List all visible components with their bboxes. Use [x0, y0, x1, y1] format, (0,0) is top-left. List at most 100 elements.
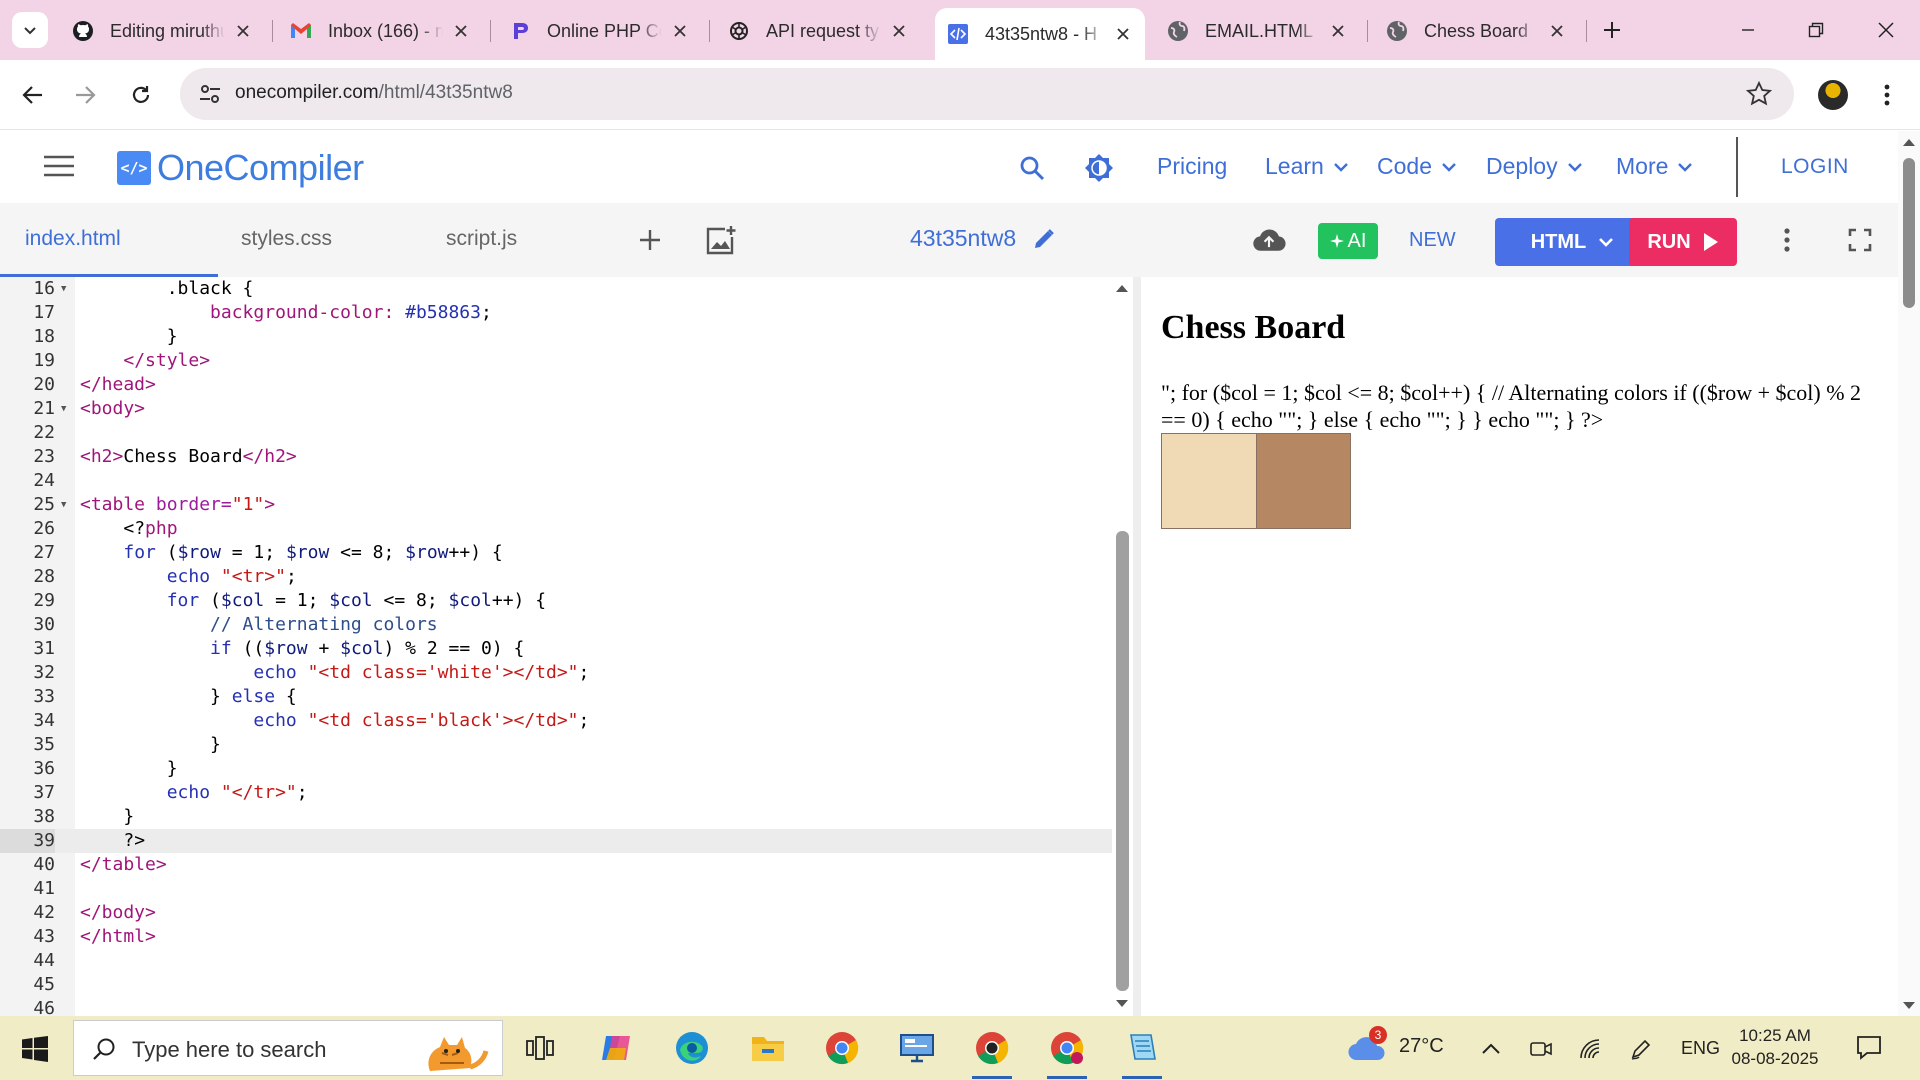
back-button[interactable] — [14, 76, 52, 114]
code-line[interactable]: 44 — [0, 949, 1112, 973]
run-button[interactable]: RUN — [1629, 218, 1737, 266]
show-hidden-icons-button[interactable] — [1476, 1034, 1506, 1064]
fullscreen-button[interactable] — [1843, 223, 1877, 257]
menu-button[interactable] — [44, 155, 74, 182]
fold-arrow-icon[interactable]: ▼ — [61, 277, 66, 301]
file-explorer-app[interactable] — [748, 1028, 788, 1068]
code-line[interactable]: 19 </style> — [0, 349, 1112, 373]
code-line[interactable]: 43 </html> — [0, 925, 1112, 949]
more-options-button[interactable] — [1770, 223, 1804, 257]
weather-widget[interactable]: 3 27°C — [1347, 1026, 1444, 1062]
window-close-button[interactable] — [1866, 10, 1906, 50]
code-line[interactable]: 41 — [0, 877, 1112, 901]
scroll-up-icon[interactable] — [1902, 137, 1916, 147]
url-text[interactable]: onecompiler.com/html/43t35ntw8 — [235, 82, 513, 104]
fold-arrow-icon[interactable]: ▼ — [61, 493, 66, 517]
code-line[interactable]: 24 — [0, 469, 1112, 493]
page-scrollbar-thumb[interactable] — [1903, 158, 1915, 308]
browser-tab-active[interactable]: 43t35ntw8 - H — [935, 8, 1145, 60]
close-icon[interactable] — [451, 21, 471, 41]
site-settings-icon[interactable] — [198, 82, 222, 106]
language-indicator[interactable]: ENG — [1681, 1038, 1720, 1059]
tab-search-button[interactable] — [12, 12, 48, 48]
code-lines[interactable]: 16 ▼ .black {17 background-color: #b58863… — [0, 277, 1112, 1016]
code-line[interactable]: 39 ?> — [0, 829, 1112, 853]
bookmark-star-icon[interactable] — [1746, 81, 1772, 107]
close-icon[interactable] — [1113, 24, 1133, 44]
pen-button[interactable] — [1626, 1034, 1656, 1064]
restore-button[interactable] — [1796, 10, 1836, 50]
editor-scrollbar-thumb[interactable] — [1116, 531, 1129, 991]
close-icon[interactable] — [233, 21, 253, 41]
code-line[interactable]: 30 // Alternating colors — [0, 613, 1112, 637]
code-line[interactable]: 45 — [0, 973, 1112, 997]
theme-toggle-button[interactable] — [1084, 153, 1114, 183]
start-button[interactable] — [22, 1036, 48, 1067]
network-button[interactable] — [1576, 1034, 1606, 1064]
code-editor[interactable]: 16 ▼ .black {17 background-color: #b58863… — [0, 277, 1133, 1016]
code-line[interactable]: 42 </body> — [0, 901, 1112, 925]
new-tab-button[interactable] — [1596, 14, 1628, 46]
nav-pricing[interactable]: Pricing — [1157, 153, 1227, 180]
close-icon[interactable] — [1328, 21, 1348, 41]
nav-more[interactable]: More — [1616, 153, 1693, 180]
add-image-button[interactable] — [704, 223, 738, 257]
code-line[interactable]: 26 <?php — [0, 517, 1112, 541]
code-line[interactable]: 46 — [0, 997, 1112, 1016]
notifications-button[interactable] — [1856, 1034, 1882, 1065]
nav-code[interactable]: Code — [1377, 153, 1456, 180]
code-line[interactable]: 36 } — [0, 757, 1112, 781]
code-line[interactable]: 21 ▼ <body> — [0, 397, 1112, 421]
clock[interactable]: 10:25 AM 08-08-2025 — [1730, 1024, 1820, 1070]
code-line[interactable]: 38 } — [0, 805, 1112, 829]
browser-tab[interactable]: Inbox (166) - m — [278, 10, 483, 52]
nav-learn[interactable]: Learn — [1265, 153, 1348, 180]
scroll-up-icon[interactable] — [1114, 283, 1130, 293]
meet-now-button[interactable] — [1526, 1034, 1556, 1064]
scroll-down-icon[interactable] — [1114, 999, 1130, 1009]
code-line[interactable]: 23 <h2>Chess Board</h2> — [0, 445, 1112, 469]
notepad-app[interactable] — [1122, 1028, 1162, 1068]
file-tab-script-js[interactable]: script.js — [446, 227, 517, 251]
browser-tab[interactable]: EMAIL.HTML — [1155, 10, 1360, 52]
code-line[interactable]: 16 ▼ .black { — [0, 277, 1112, 301]
browser-tab[interactable]: API request ty — [716, 10, 921, 52]
browser-tab[interactable]: Online PHP Co — [497, 10, 702, 52]
code-line[interactable]: 32 echo "<td class='white'></td>"; — [0, 661, 1112, 685]
minimize-button[interactable] — [1728, 10, 1768, 50]
code-line[interactable]: 40 </table> — [0, 853, 1112, 877]
chrome-profile-m-app[interactable] — [1047, 1028, 1087, 1068]
code-line[interactable]: 27 for ($row = 1; $row <= 8; $row++) { — [0, 541, 1112, 565]
forward-button[interactable] — [66, 76, 104, 114]
close-icon[interactable] — [1547, 21, 1567, 41]
code-line[interactable]: 29 for ($col = 1; $col <= 8; $col++) { — [0, 589, 1112, 613]
code-line[interactable]: 34 echo "<td class='black'></td>"; — [0, 709, 1112, 733]
add-file-button[interactable] — [633, 223, 667, 257]
scroll-down-icon[interactable] — [1902, 1001, 1916, 1011]
code-line[interactable]: 33 } else { — [0, 685, 1112, 709]
task-view-button[interactable] — [520, 1028, 560, 1068]
file-tab-index-html[interactable]: index.html — [25, 227, 121, 251]
search-button[interactable] — [1017, 153, 1047, 183]
code-line[interactable]: 22 — [0, 421, 1112, 445]
code-line[interactable]: 31 if (($row + $col) % 2 == 0) { — [0, 637, 1112, 661]
browser-tab[interactable]: Chess Board — [1374, 10, 1579, 52]
monitor-app[interactable] — [897, 1028, 937, 1068]
project-name[interactable]: 43t35ntw8 — [910, 225, 1056, 252]
cloud-upload-button[interactable] — [1252, 223, 1286, 257]
address-bar[interactable]: onecompiler.com/html/43t35ntw8 — [180, 68, 1794, 120]
chrome-menu-button[interactable] — [1872, 80, 1902, 110]
close-icon[interactable] — [889, 21, 909, 41]
new-button[interactable]: NEW — [1409, 229, 1456, 252]
taskbar-search[interactable]: Type here to search — [73, 1020, 503, 1076]
code-line[interactable]: 20 </head> — [0, 373, 1112, 397]
close-icon[interactable] — [670, 21, 690, 41]
code-line[interactable]: 35 } — [0, 733, 1112, 757]
chrome-app[interactable] — [822, 1028, 862, 1068]
login-link[interactable]: LOGIN — [1781, 155, 1849, 179]
code-line[interactable]: 25 ▼ <table border="1"> — [0, 493, 1112, 517]
nav-deploy[interactable]: Deploy — [1486, 153, 1582, 180]
pencil-icon[interactable] — [1032, 227, 1056, 251]
site-logo[interactable]: </> OneCompiler — [117, 147, 364, 189]
ai-button[interactable]: AI — [1318, 223, 1378, 259]
